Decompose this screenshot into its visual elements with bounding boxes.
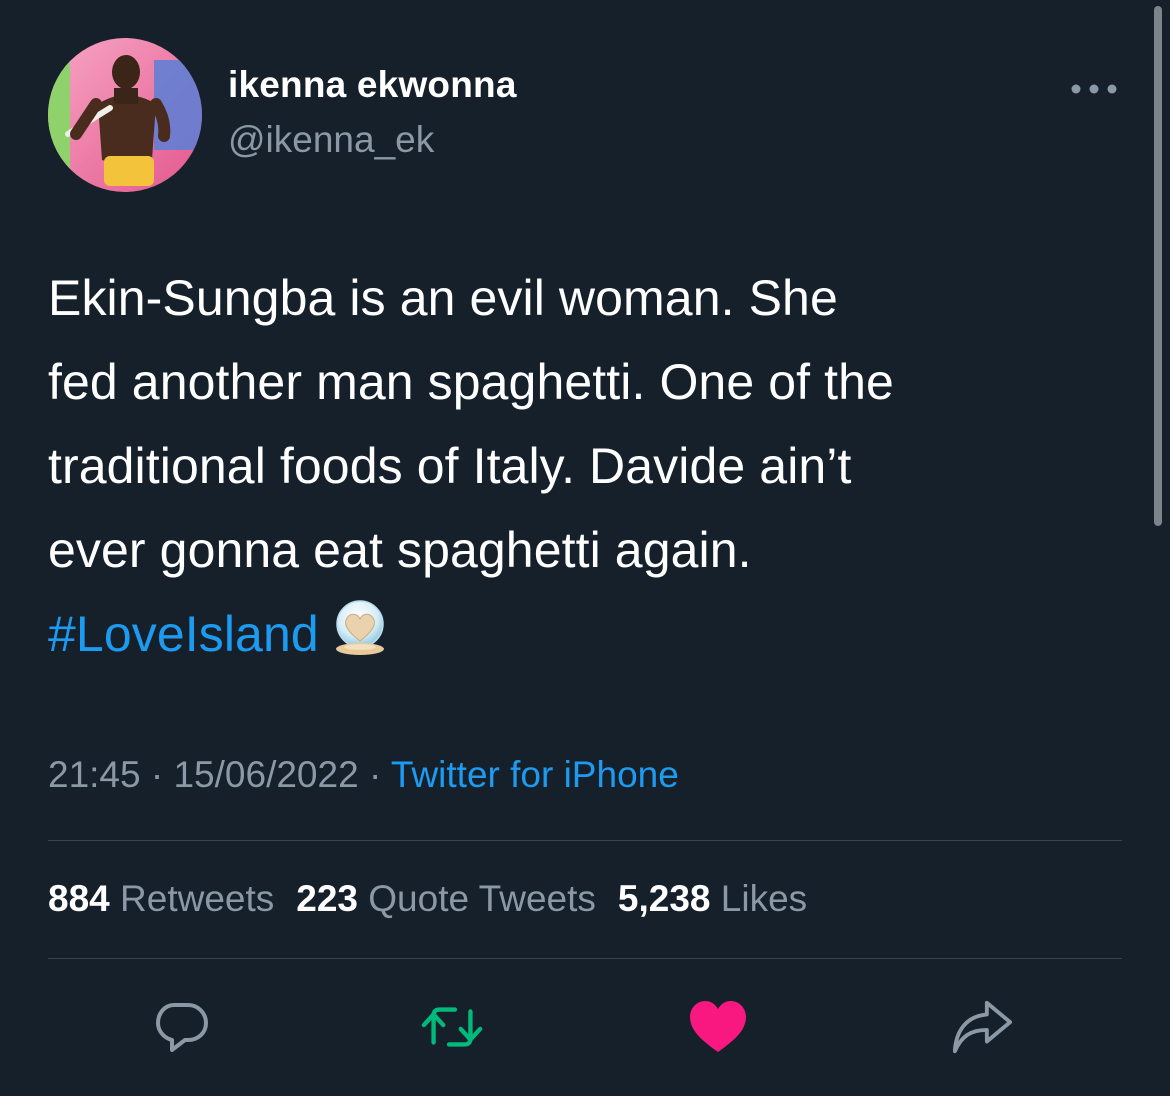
- tweet-time: 21:45: [48, 754, 141, 795]
- tweet-text-line: Ekin-Sungba is an evil woman. She: [48, 270, 838, 326]
- retweet-icon: [421, 1007, 483, 1047]
- retweets-stat[interactable]: 884 Retweets: [48, 878, 274, 919]
- share-button[interactable]: [950, 995, 1014, 1059]
- avatar[interactable]: [48, 38, 202, 192]
- likes-label: Likes: [720, 878, 808, 919]
- love-island-heart-icon: [329, 597, 391, 684]
- like-button[interactable]: [686, 995, 750, 1059]
- retweets-label: Retweets: [120, 878, 275, 919]
- reply-bubble-icon: [156, 1003, 208, 1052]
- meta-separator: ·: [358, 754, 391, 795]
- tweet-text-line: traditional foods of Italy. Davide ain’t: [48, 438, 852, 494]
- tweet-meta: 21:45 · 15/06/2022 · Twitter for iPhone: [48, 754, 679, 796]
- avatar-image: [48, 38, 202, 192]
- hashtag-link[interactable]: #LoveIsland: [48, 606, 319, 662]
- quote-tweets-label: Quote Tweets: [368, 878, 596, 919]
- retweet-button[interactable]: [420, 995, 484, 1059]
- likes-count: 5,238: [617, 878, 711, 919]
- more-options-button[interactable]: [1066, 72, 1122, 106]
- tweet-detail-view: ikenna ekwonna @ikenna_ek Ekin-Sungba is…: [0, 0, 1170, 1096]
- tweet-text: Ekin-Sungba is an evil woman. She fed an…: [48, 256, 1138, 684]
- meta-separator: ·: [140, 754, 174, 795]
- tweet-text-line: ever gonna eat spaghetti again.: [48, 522, 752, 578]
- scrollbar[interactable]: [1154, 6, 1162, 526]
- tweet-text-line: fed another man spaghetti. One of the: [48, 354, 894, 410]
- heart-icon: [690, 1001, 746, 1052]
- share-icon: [952, 1000, 1013, 1054]
- hashtag-line: #LoveIsland: [48, 592, 1138, 684]
- reply-button[interactable]: [150, 995, 214, 1059]
- likes-stat[interactable]: 5,238 Likes: [618, 878, 807, 919]
- tweet-source-link[interactable]: Twitter for iPhone: [391, 754, 679, 795]
- retweets-count: 884: [48, 878, 110, 919]
- tweet-date: 15/06/2022: [173, 754, 359, 795]
- author-handle[interactable]: @ikenna_ek: [228, 119, 434, 161]
- more-dots-icon: [1071, 84, 1117, 94]
- author-display-name[interactable]: ikenna ekwonna: [228, 64, 517, 106]
- tweet-stats: 884 Retweets 223 Quote Tweets 5,238 Likes: [48, 878, 829, 920]
- divider: [48, 840, 1122, 841]
- quote-tweets-stat[interactable]: 223 Quote Tweets: [296, 878, 596, 919]
- divider: [48, 958, 1122, 959]
- quote-tweets-count: 223: [296, 878, 358, 919]
